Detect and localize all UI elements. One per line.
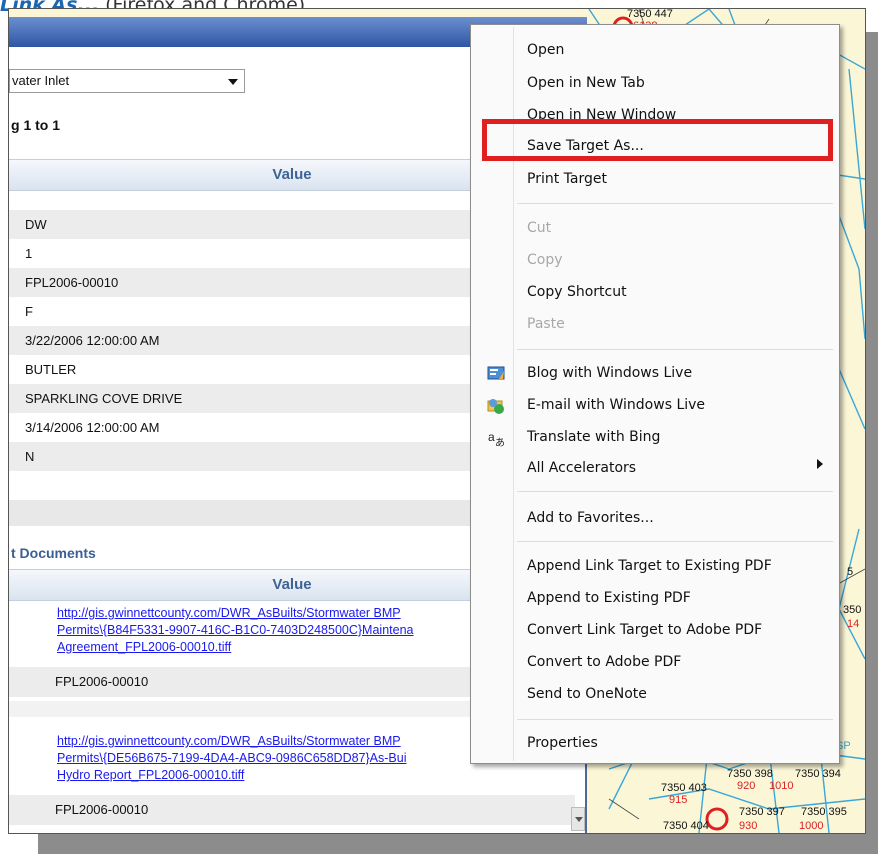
map-label: 915 (669, 794, 687, 806)
menu-item-open[interactable]: Open (527, 42, 564, 58)
windows-live-email-icon (487, 399, 504, 414)
menu-item-copy: Copy (527, 252, 563, 268)
document-link[interactable]: http://gis.gwinnettcounty.com/DWR_AsBuil… (57, 733, 497, 784)
highlight-box (482, 119, 833, 161)
menu-item-all-accelerators[interactable]: All Accelerators (527, 460, 636, 476)
menu-item-convert-pdf[interactable]: Convert to Adobe PDF (527, 654, 681, 670)
menu-item-append-pdf[interactable]: Append to Existing PDF (527, 590, 691, 606)
menu-separator (517, 541, 833, 542)
menu-separator (517, 349, 833, 350)
menu-separator (517, 203, 833, 204)
map-label: 1000 (799, 820, 823, 832)
chevron-down-icon (228, 79, 238, 85)
record-count: g 1 to 1 (11, 117, 61, 133)
svg-text:a: a (488, 430, 495, 444)
menu-item-email-windows-live[interactable]: E-mail with Windows Live (527, 397, 705, 413)
map-label: 7350 395 (801, 806, 847, 818)
documents-section-title: t Documents (11, 545, 96, 561)
map-label: 7350 397 (739, 806, 785, 818)
map-label: 7350 447 (627, 9, 673, 20)
submenu-arrow-icon (817, 459, 823, 469)
menu-separator (517, 719, 833, 720)
map-label: 7350 404 (663, 820, 709, 832)
menu-item-properties[interactable]: Properties (527, 735, 598, 751)
menu-item-convert-link-pdf[interactable]: Convert Link Target to Adobe PDF (527, 622, 762, 638)
map-label: 930 (739, 820, 757, 832)
layer-select-value: vater Inlet (12, 73, 70, 88)
map-label: 350 (843, 604, 861, 616)
bing-translate-icon: a あ (488, 430, 505, 447)
menu-item-translate-bing[interactable]: Translate with Bing (527, 429, 660, 445)
menu-item-cut: Cut (527, 220, 552, 236)
windows-live-blog-icon (487, 366, 505, 380)
menu-item-copy-shortcut[interactable]: Copy Shortcut (527, 284, 627, 300)
map-label: 7350 398 (727, 768, 773, 780)
chevron-down-icon (575, 817, 583, 822)
map-label: 7350 403 (661, 782, 707, 794)
layer-select[interactable]: vater Inlet (9, 69, 245, 93)
menu-item-send-onenote[interactable]: Send to OneNote (527, 686, 647, 702)
scrollbar-down-button[interactable] (571, 807, 585, 831)
menu-separator (517, 491, 833, 492)
map-label: 920 (737, 780, 755, 792)
menu-item-open-new-tab[interactable]: Open in New Tab (527, 75, 645, 91)
document-value: FPL2006-00010 (9, 795, 575, 825)
svg-text:あ: あ (495, 437, 505, 447)
map-label: 14 (847, 618, 859, 630)
menu-item-blog-windows-live[interactable]: Blog with Windows Live (527, 365, 692, 381)
map-label: 7350 394 (795, 768, 841, 780)
document-link[interactable]: http://gis.gwinnettcounty.com/DWR_AsBuil… (57, 605, 497, 656)
menu-item-append-link-pdf[interactable]: Append Link Target to Existing PDF (527, 558, 772, 574)
menu-item-add-favorites[interactable]: Add to Favorites... (527, 510, 654, 526)
map-label: 1010 (769, 780, 793, 792)
menu-item-paste: Paste (527, 316, 565, 332)
map-label: 5 (847, 566, 853, 578)
menu-item-print-target[interactable]: Print Target (527, 171, 607, 187)
